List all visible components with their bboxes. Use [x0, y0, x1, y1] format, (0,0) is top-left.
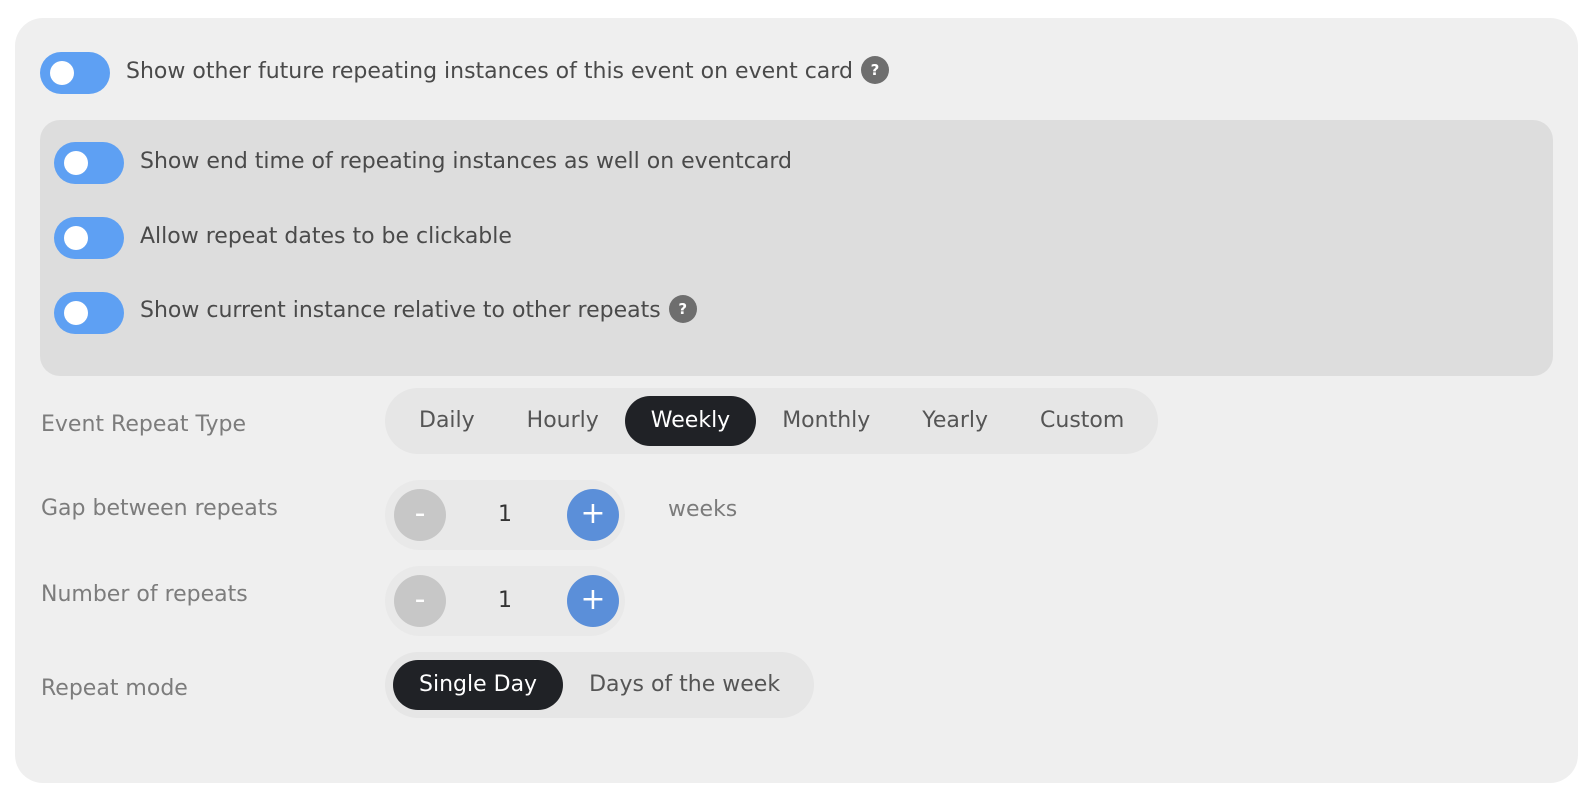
repeat-settings-panel: Show other future repeating instances of… — [15, 18, 1578, 783]
count-decrement-button[interactable]: - — [394, 575, 446, 627]
show-future-instances-label: Show other future repeating instances of… — [126, 59, 853, 84]
repeat-mode-single-day[interactable]: Single Day — [393, 660, 564, 710]
toggle-knob — [64, 301, 88, 325]
show-current-instance-row: Show current instance relative to other … — [140, 295, 697, 326]
help-icon[interactable]: ? — [860, 56, 889, 84]
clickable-dates-toggle[interactable] — [54, 217, 124, 259]
help-icon[interactable]: ? — [668, 295, 697, 323]
repeat-type-weekly[interactable]: Weekly — [624, 396, 757, 446]
show-future-instances-toggle[interactable] — [40, 52, 110, 94]
gap-stepper: - 1 + — [385, 480, 625, 550]
repeat-mode-label: Repeat mode — [41, 676, 188, 701]
toggle-knob — [50, 61, 74, 85]
gap-unit: weeks — [668, 497, 738, 522]
repeat-mode-days-of-week[interactable]: Days of the week — [563, 660, 806, 710]
show-current-instance-label: Show current instance relative to other … — [140, 298, 661, 323]
repeat-type-monthly[interactable]: Monthly — [756, 396, 896, 446]
count-value[interactable]: 1 — [475, 586, 535, 616]
gap-decrement-button[interactable]: - — [394, 489, 446, 541]
show-end-time-label: Show end time of repeating instances as … — [140, 149, 792, 174]
show-current-instance-toggle[interactable] — [54, 292, 124, 334]
repeat-type-hourly[interactable]: Hourly — [501, 396, 625, 446]
repeat-type-daily[interactable]: Daily — [393, 396, 501, 446]
count-increment-button[interactable]: + — [567, 575, 619, 627]
clickable-dates-label: Allow repeat dates to be clickable — [140, 224, 512, 249]
show-end-time-toggle[interactable] — [54, 142, 124, 184]
gap-increment-button[interactable]: + — [567, 489, 619, 541]
count-stepper: - 1 + — [385, 566, 625, 636]
gap-value[interactable]: 1 — [475, 500, 535, 530]
repeat-mode-selector: Single Day Days of the week — [385, 652, 815, 718]
repeat-type-yearly[interactable]: Yearly — [896, 396, 1014, 446]
show-future-instances-row: Show other future repeating instances of… — [126, 56, 889, 87]
repeat-type-selector: Daily Hourly Weekly Monthly Yearly Custo… — [385, 388, 1159, 454]
repeat-type-custom[interactable]: Custom — [1014, 396, 1150, 446]
toggle-knob — [64, 226, 88, 250]
repeat-options-subpanel: Show end time of repeating instances as … — [40, 120, 1553, 376]
toggle-knob — [64, 151, 88, 175]
gap-label: Gap between repeats — [41, 496, 278, 521]
count-label: Number of repeats — [41, 582, 248, 607]
repeat-type-label: Event Repeat Type — [41, 412, 246, 437]
